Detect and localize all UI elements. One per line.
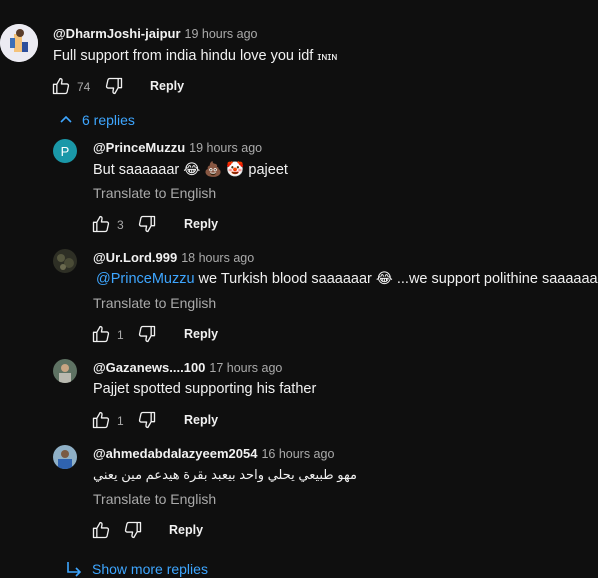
dislike-button[interactable] xyxy=(137,324,157,344)
like-button[interactable] xyxy=(51,76,71,96)
dislike-button[interactable] xyxy=(104,76,124,96)
comment-text: Full support from india hindu love you i… xyxy=(53,48,338,64)
comment-timestamp[interactable]: 19 hours ago xyxy=(185,27,258,41)
like-button[interactable] xyxy=(91,520,111,540)
reply-text: @PrinceMuzzu we Turkish blood saaaaaar 😂… xyxy=(96,271,598,287)
thumbs-up-icon xyxy=(91,324,111,344)
dislike-button[interactable] xyxy=(137,410,157,430)
top-partial-icons xyxy=(52,0,132,2)
thumbs-up-icon xyxy=(91,410,111,430)
avatar[interactable] xyxy=(0,24,38,62)
reply-text: Pajjet spotted supporting his father xyxy=(93,381,317,397)
thumbs-down-icon xyxy=(104,76,124,96)
chevron-up-icon xyxy=(60,115,72,123)
reply-button[interactable]: Reply xyxy=(184,413,218,427)
reply-timestamp[interactable]: 16 hours ago xyxy=(261,447,334,461)
thumbs-up-icon xyxy=(91,214,111,234)
avatar[interactable] xyxy=(53,249,77,273)
reply-author[interactable]: @Ur.Lord.999 18 hours ago xyxy=(93,250,254,265)
reply-author[interactable]: @Gazanews....100 17 hours ago xyxy=(93,360,282,375)
thumbs-down-icon xyxy=(137,410,157,430)
like-button[interactable] xyxy=(91,410,111,430)
avatar[interactable]: P xyxy=(53,139,77,163)
translate-link[interactable]: Translate to English xyxy=(93,185,216,201)
reply-text: But saaaaaar 😂 💩 🤡 pajeet xyxy=(93,162,288,178)
replies-toggle-button[interactable]: 6 replies xyxy=(58,110,135,130)
reply-timestamp[interactable]: 18 hours ago xyxy=(181,251,254,265)
like-count: 3 xyxy=(117,218,124,232)
thumbs-up-icon xyxy=(51,76,71,96)
translate-link[interactable]: Translate to English xyxy=(93,295,216,311)
reply-button[interactable]: Reply xyxy=(184,327,218,341)
thumbs-down-icon xyxy=(123,520,143,540)
reply-arrow-icon xyxy=(67,562,82,577)
thumbs-up-icon xyxy=(91,520,111,540)
reply-timestamp[interactable]: 17 hours ago xyxy=(209,361,282,375)
reply-button[interactable]: Reply xyxy=(150,79,184,93)
replies-toggle-label: 6 replies xyxy=(82,112,135,128)
like-button[interactable] xyxy=(91,324,111,344)
thumbs-down-icon xyxy=(137,214,157,234)
show-more-replies-label: Show more replies xyxy=(92,561,208,577)
avatar[interactable] xyxy=(53,445,77,469)
show-more-replies-button[interactable]: Show more replies xyxy=(64,560,208,578)
like-button[interactable] xyxy=(91,214,111,234)
dislike-button[interactable] xyxy=(123,520,143,540)
thumbs-down-icon xyxy=(137,324,157,344)
reply-timestamp[interactable]: 19 hours ago xyxy=(189,141,262,155)
mention-link[interactable]: @PrinceMuzzu xyxy=(96,271,195,287)
like-count: 1 xyxy=(117,328,124,342)
comment-author[interactable]: @DharmJoshi-jaipur 19 hours ago xyxy=(53,26,258,41)
reply-author[interactable]: @PrinceMuzzu 19 hours ago xyxy=(93,140,262,155)
translate-link[interactable]: Translate to English xyxy=(93,491,216,507)
reply-button[interactable]: Reply xyxy=(184,217,218,231)
like-count: 74 xyxy=(77,80,91,94)
reply-button[interactable]: Reply xyxy=(169,523,203,537)
like-count: 1 xyxy=(117,414,124,428)
reply-author[interactable]: @ahmedabdalazyeem2054 16 hours ago xyxy=(93,446,334,461)
dislike-button[interactable] xyxy=(137,214,157,234)
reply-text: مهو طبيعي يحلي واحد بيعبد بقرة هيدعم مين… xyxy=(93,467,357,482)
avatar[interactable] xyxy=(53,359,77,383)
